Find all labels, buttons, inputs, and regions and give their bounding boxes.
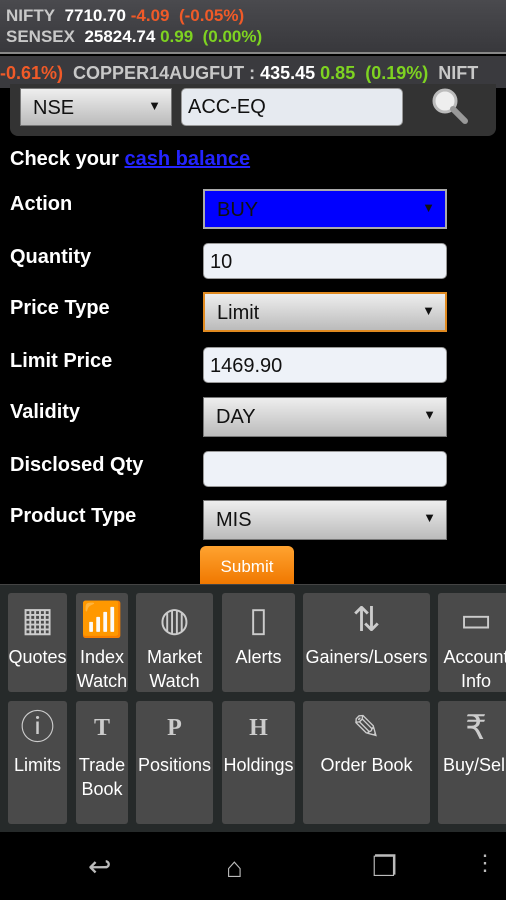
dropdown-arrow-icon: ▼ — [423, 407, 436, 422]
menu-grid: ▦ Quotes 📶 Index Watch ◍ Market Watch ▯ Aler… — [0, 584, 506, 832]
ticker-sensex: SENSEX 25824.74 0.99 (0.00%) — [6, 27, 263, 46]
menu-quotes[interactable]: ▦ Quotes — [8, 593, 67, 692]
menu-index-watch[interactable]: 📶 Index Watch — [76, 593, 128, 692]
notebook-t-icon: T — [93, 715, 110, 741]
menu-alerts[interactable]: ▯ Alerts — [222, 593, 295, 692]
phone-icon: ▯ — [249, 601, 268, 639]
cash-balance-text: Check your cash balance — [10, 148, 251, 170]
back-icon[interactable]: ↩ — [88, 850, 111, 883]
price-type-select[interactable]: Limit ▼ — [203, 292, 447, 332]
ticker-nifty: NIFTY 7710.70 -4.09 (-0.05%) — [6, 6, 245, 25]
dropdown-arrow-icon: ▼ — [422, 200, 435, 215]
exchange-select[interactable]: NSE ▼ — [20, 88, 172, 126]
limit-price-input[interactable]: 1469.90 — [203, 347, 447, 383]
index-ticker: NIFTY 7710.70 -4.09 (-0.05%) SENSEX 2582… — [0, 0, 506, 54]
symbol-input[interactable]: ACC-EQ — [181, 88, 403, 126]
recent-apps-icon[interactable]: ❐ — [372, 850, 397, 883]
dropdown-arrow-icon: ▼ — [422, 303, 435, 318]
disclosed-qty-label: Disclosed Qty — [10, 454, 144, 476]
menu-trade-book[interactable]: T Trade Book — [76, 701, 128, 824]
android-nav-bar: ↩ ⌂ ❐ ⋮ — [0, 832, 506, 900]
chart-icon: 📶 — [80, 601, 124, 639]
home-icon[interactable]: ⌂ — [226, 852, 243, 884]
validity-select[interactable]: DAY ▼ — [203, 397, 447, 437]
dropdown-arrow-icon: ▼ — [148, 98, 161, 113]
menu-buy-sell[interactable]: ₹ Buy/Sell — [438, 701, 506, 824]
arrows-icon: ⇅ — [352, 601, 381, 639]
product-type-select[interactable]: MIS ▼ — [203, 500, 447, 540]
menu-gainers-losers[interactable]: ⇅ Gainers/Losers — [303, 593, 430, 692]
menu-limits[interactable]: ⓘ Limits — [8, 701, 67, 824]
menu-positions[interactable]: P Positions — [136, 701, 213, 824]
disclosed-qty-input[interactable] — [203, 451, 447, 487]
info-icon: ⓘ — [20, 709, 55, 747]
limit-price-label: Limit Price — [10, 350, 113, 372]
rupee-icon: ₹ — [465, 709, 487, 747]
dropdown-arrow-icon: ▼ — [423, 510, 436, 525]
menu-holdings[interactable]: H Holdings — [222, 701, 295, 824]
symbol-search-bar: NSE ▼ ACC-EQ — [10, 84, 496, 136]
action-select[interactable]: BUY ▼ — [203, 189, 447, 229]
product-type-label: Product Type — [10, 505, 137, 527]
globe-icon: ◍ — [159, 601, 190, 639]
menu-market-watch[interactable]: ◍ Market Watch — [136, 593, 213, 692]
search-icon[interactable] — [430, 86, 470, 126]
notebook-p-icon: P — [167, 715, 182, 741]
id-card-icon: ▭ — [459, 601, 493, 639]
price-type-label: Price Type — [10, 297, 110, 319]
cash-balance-link[interactable]: cash balance — [124, 148, 250, 170]
quotes-icon: ▦ — [21, 601, 54, 639]
notebook-h-icon: H — [249, 715, 268, 741]
submit-button[interactable]: Submit — [200, 546, 294, 584]
action-label: Action — [10, 193, 73, 215]
validity-label: Validity — [10, 401, 81, 423]
overflow-menu-icon[interactable]: ⋮ — [474, 850, 496, 876]
menu-account-info[interactable]: ▭ Account Info — [438, 593, 506, 692]
quantity-input[interactable]: 10 — [203, 243, 447, 279]
menu-order-book[interactable]: ✎ Order Book — [303, 701, 430, 824]
notebook-pen-icon: ✎ — [352, 709, 381, 747]
quantity-label: Quantity — [10, 246, 92, 268]
